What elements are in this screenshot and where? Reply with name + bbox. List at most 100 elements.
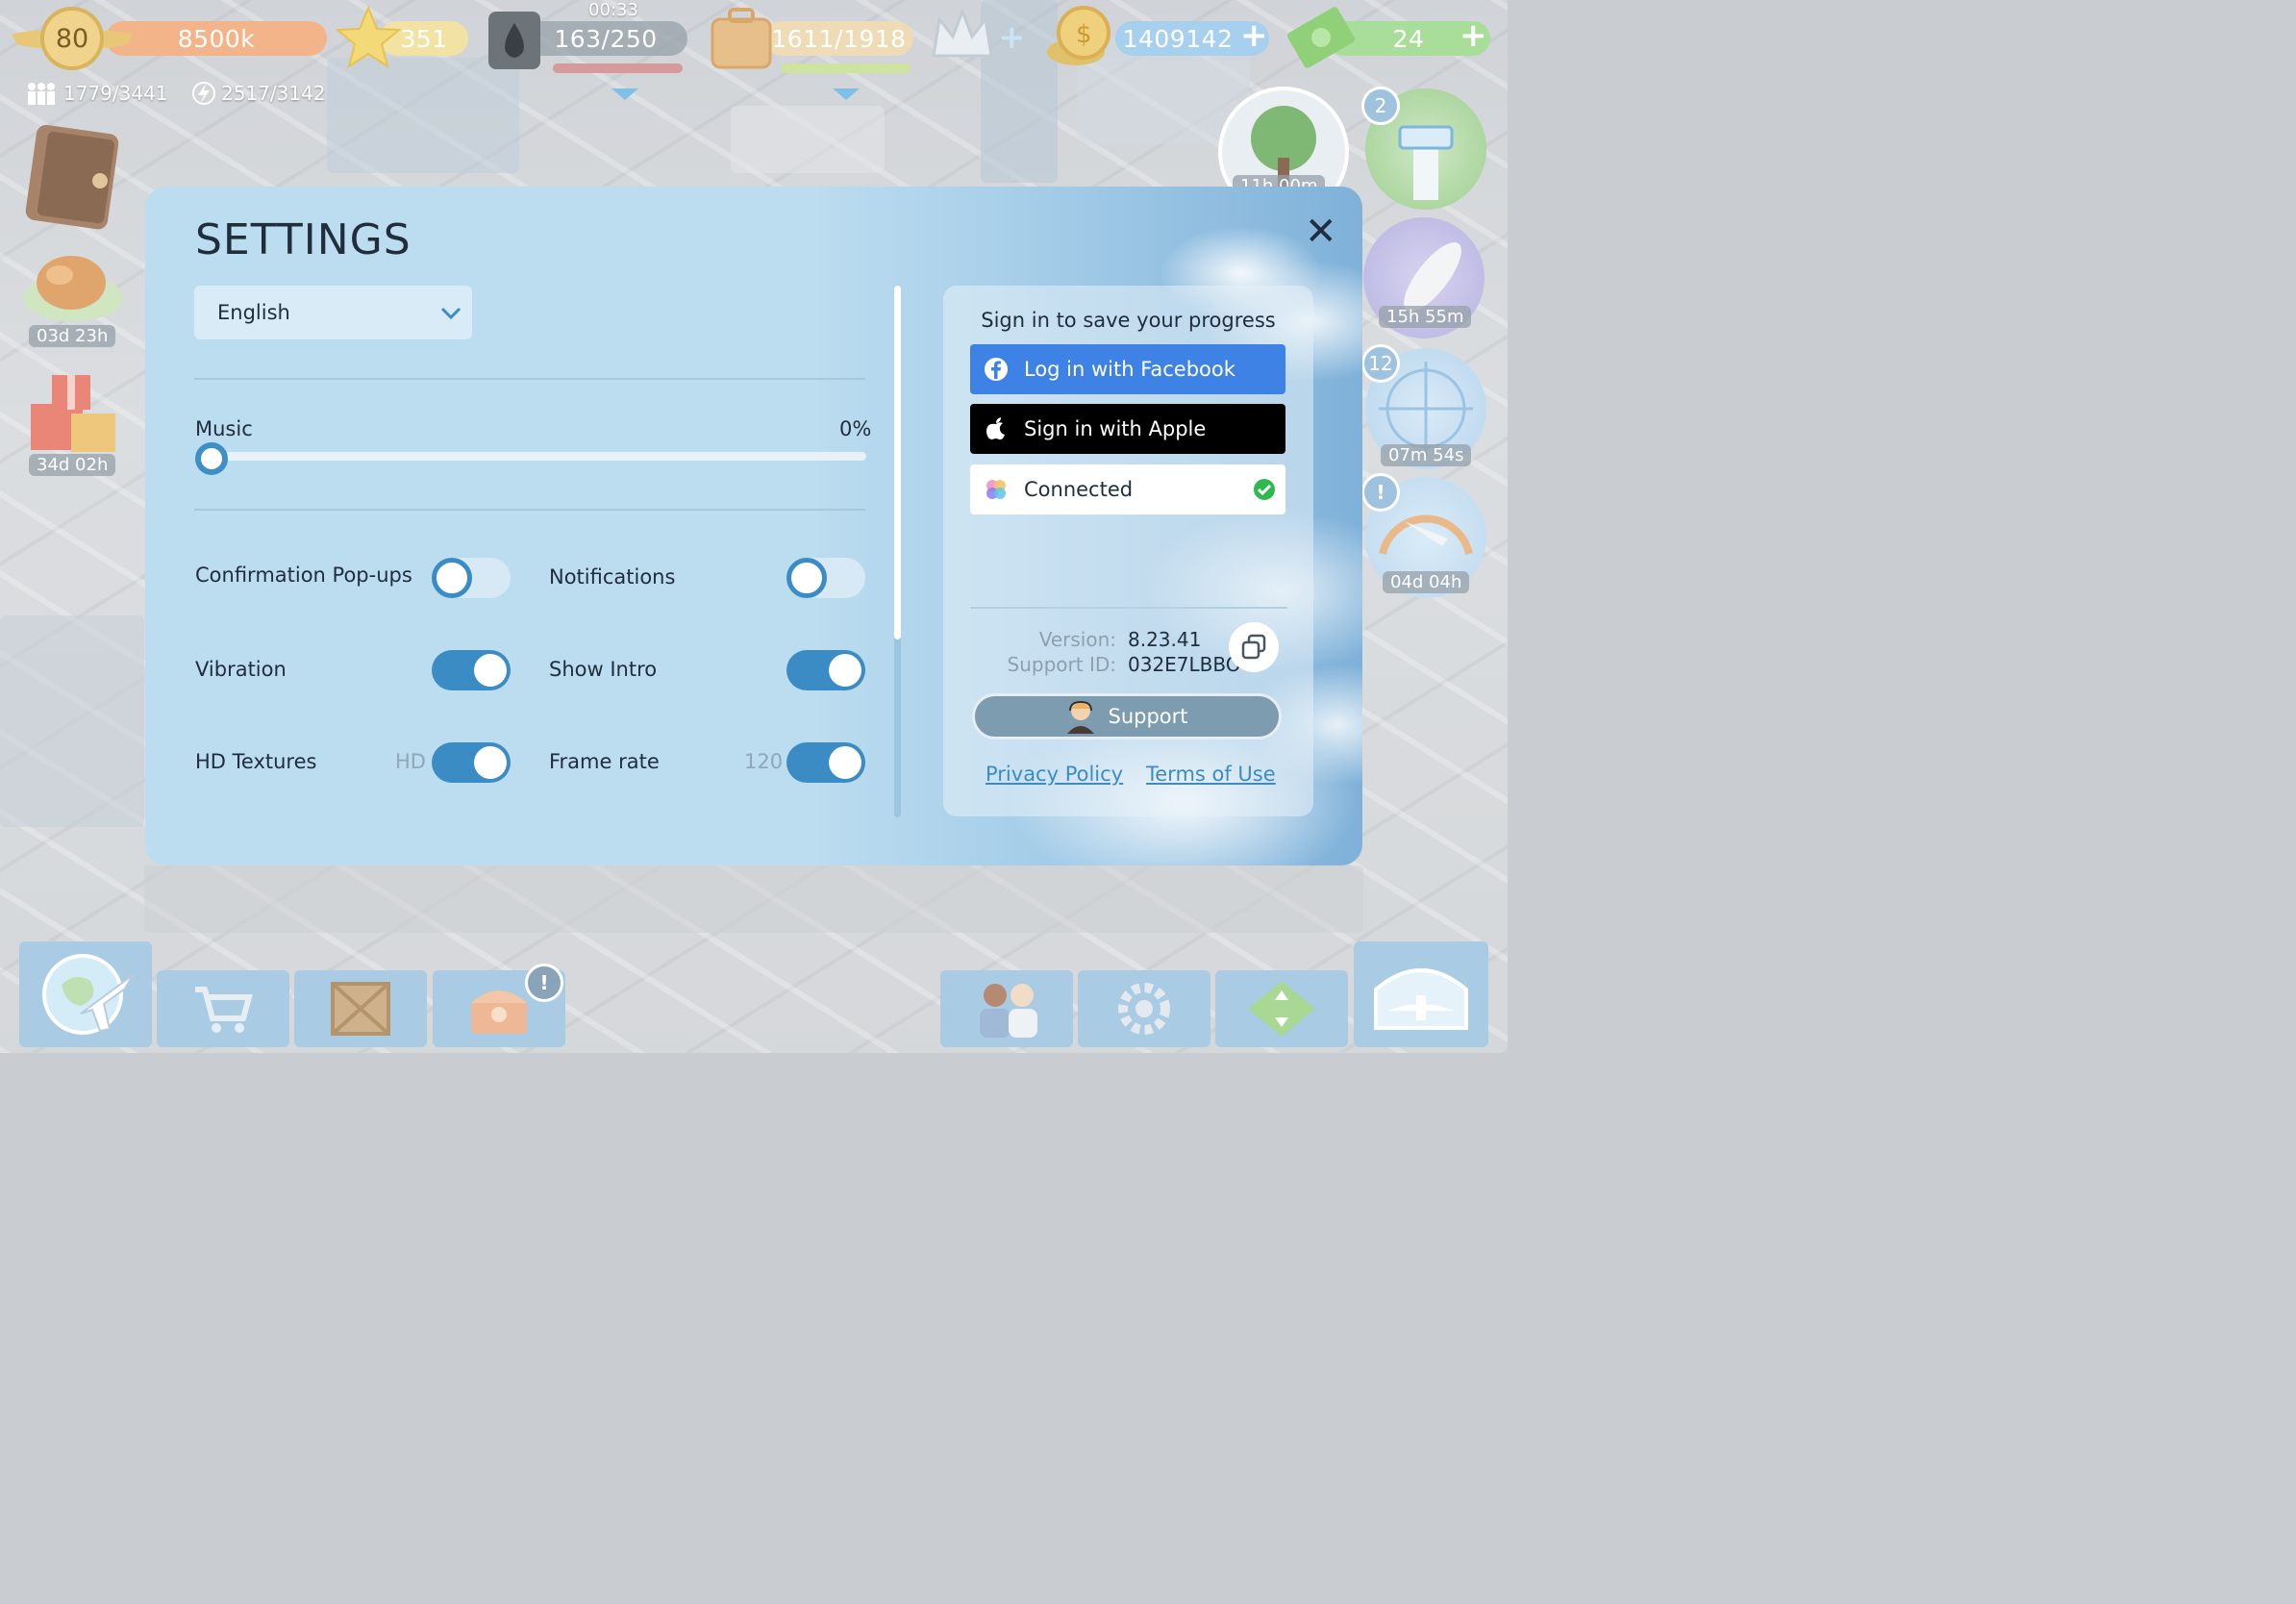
music-label: Music [195, 417, 253, 440]
level-badge[interactable]: 80 [8, 6, 137, 71]
coins-value: 1409142 [1122, 24, 1234, 53]
version-label: Version: [1038, 628, 1116, 651]
game-center-icon [984, 477, 1009, 502]
xp-value: 8500k [177, 24, 256, 53]
check-icon [1253, 478, 1276, 506]
toggle-knob [829, 654, 861, 687]
language-value: English [217, 301, 290, 324]
language-select[interactable]: English [194, 286, 472, 339]
fuel-drop-icon[interactable] [481, 6, 548, 73]
gauge-timer: 04d 04h [1383, 571, 1470, 593]
sign-in-title: Sign in to save your progress [981, 309, 1276, 332]
support-label: Support [1108, 705, 1188, 728]
music-slider-knob[interactable] [195, 442, 228, 475]
crown-icon[interactable] [928, 6, 997, 65]
treasure-chest-icon [471, 990, 527, 1034]
crown-plus-icon[interactable]: + [998, 21, 1026, 54]
globe-plane-icon [42, 954, 134, 1035]
shopping-cart-icon [195, 987, 253, 1033]
storage-button[interactable] [294, 970, 427, 1047]
notifications-label: Notifications [549, 565, 676, 589]
passengers-icon [28, 83, 55, 105]
music-slider[interactable] [195, 452, 866, 461]
cash-plus-icon[interactable]: + [1460, 19, 1487, 52]
energy-value: 2517/3142 [221, 82, 326, 105]
radar-badge: 12 [1361, 344, 1400, 383]
stars-value: 351 [400, 24, 448, 53]
copy-support-id-button[interactable] [1229, 622, 1279, 672]
food-timer: 03d 23h [29, 325, 116, 347]
food-icon[interactable] [17, 240, 129, 327]
toggle-knob [829, 746, 861, 779]
support-agent-icon [1067, 700, 1095, 734]
gift-timer: 34d 02h [29, 454, 116, 476]
frame-rate-toggle[interactable] [786, 742, 865, 783]
version-value: 8.23.41 [1128, 628, 1202, 651]
hangar-button[interactable] [1354, 941, 1488, 1047]
staff-button[interactable] [940, 970, 1073, 1047]
energy-stat: 2517/3142 [192, 81, 326, 106]
chevron-down-icon [440, 307, 462, 320]
notifications-toggle[interactable] [786, 558, 865, 598]
music-value: 0% [839, 417, 872, 440]
close-icon[interactable]: ✕ [1305, 210, 1337, 254]
move-button[interactable] [1215, 970, 1348, 1047]
vibration-toggle[interactable] [432, 650, 511, 690]
shop-button[interactable] [157, 970, 289, 1047]
apple-sign-in-label: Sign in with Apple [1024, 417, 1207, 440]
fuel-bar: 163/250 [524, 21, 687, 56]
toggle-knob [786, 558, 827, 598]
support-id-label: Support ID: [1007, 653, 1116, 676]
privacy-policy-link[interactable]: Privacy Policy [986, 763, 1123, 786]
move-arrows-icon [1248, 981, 1315, 1037]
cargo-dropdown-arrow[interactable] [833, 88, 860, 102]
fuel-dropdown-arrow[interactable] [611, 88, 638, 102]
game-center-connected-button[interactable]: Connected [970, 464, 1285, 514]
passengers-value: 1779/3441 [63, 82, 168, 105]
scrollbar-thumb[interactable] [894, 286, 901, 639]
cargo-value: 1611/1918 [771, 24, 907, 53]
coins-plus-icon[interactable]: + [1240, 19, 1268, 52]
cash-icon [1285, 4, 1358, 75]
rocket-timer: 15h 55m [1379, 306, 1472, 328]
coins-icon: $ [1043, 4, 1120, 75]
settings-dialog: SETTINGS ✕ English Music 0% Confirmation… [145, 187, 1362, 865]
divider [970, 607, 1287, 609]
game-center-label: Connected [1024, 478, 1134, 501]
treasure-alert-badge: ! [525, 964, 563, 1002]
suitcase-icon[interactable] [707, 4, 776, 73]
settings-title: SETTINGS [195, 215, 412, 264]
divider [194, 378, 865, 380]
facebook-login-button[interactable]: Log in with Facebook [970, 344, 1285, 394]
frame-rate-label: Frame rate [549, 750, 660, 773]
gift-icon[interactable] [21, 365, 121, 458]
terms-of-use-link[interactable]: Terms of Use [1146, 763, 1276, 786]
world-map-button[interactable] [19, 941, 152, 1047]
settings-scrollbar[interactable] [894, 286, 901, 817]
gauge-alert-badge: ! [1361, 473, 1400, 512]
hangar-plane-icon [1374, 968, 1468, 1030]
gear-icon [1118, 983, 1170, 1035]
confirmation-toggle[interactable] [432, 558, 511, 598]
fuel-timer-value: 00:33 [588, 0, 638, 20]
settings-button[interactable] [1078, 970, 1210, 1047]
support-button[interactable]: Support [972, 693, 1282, 739]
crate-icon [331, 982, 390, 1036]
radar-timer: 07m 54s [1381, 444, 1472, 466]
frame-rate-value: 120 [744, 750, 784, 773]
divider [194, 509, 865, 511]
cargo-bar: 1611/1918 [764, 21, 913, 56]
logbook-icon[interactable] [21, 121, 121, 231]
confirmation-label: Confirmation Pop-ups [195, 564, 412, 587]
tower-badge: 2 [1361, 87, 1400, 125]
show-intro-toggle[interactable] [786, 650, 865, 690]
fuel-value: 163/250 [554, 24, 658, 53]
facebook-login-label: Log in with Facebook [1024, 358, 1235, 381]
toggle-knob [474, 654, 507, 687]
fuel-progress [553, 63, 683, 73]
xp-bar: 8500k [106, 21, 327, 56]
toggle-knob [474, 746, 507, 779]
apple-sign-in-button[interactable]: Sign in with Apple [970, 404, 1285, 454]
hd-textures-toggle[interactable] [432, 742, 511, 783]
hd-textures-value: HD [395, 750, 426, 773]
